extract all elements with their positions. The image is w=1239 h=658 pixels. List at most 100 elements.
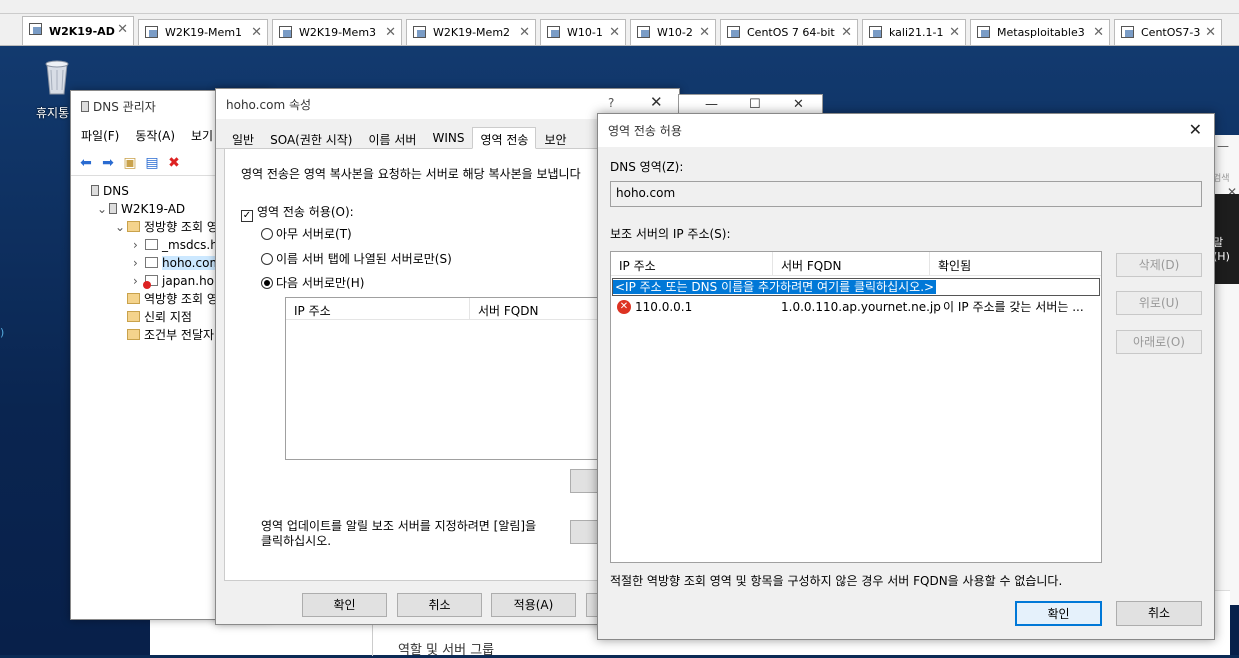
col-ip-header[interactable]: IP 주소	[286, 298, 470, 319]
vm-icon	[637, 26, 650, 38]
close-icon[interactable]: ✕	[1189, 120, 1202, 139]
tab-4[interactable]: 영역 전송	[472, 127, 537, 149]
tab-5[interactable]: 보안	[536, 127, 574, 148]
close-icon[interactable]: ✕	[650, 93, 663, 111]
move-up-button-label: 위로(U)	[1138, 296, 1180, 310]
close-icon[interactable]: ✕	[1205, 25, 1216, 40]
maximize-icon[interactable]: ☐	[749, 97, 761, 112]
menu-item[interactable]: 파일(F)	[81, 127, 119, 144]
row-ip: 110.0.0.1	[635, 300, 693, 314]
vm-tab[interactable]: kali21.1-1 ✕	[862, 19, 966, 45]
menu-item[interactable]: 동작(A)	[135, 127, 175, 144]
vm-tab[interactable]: Metasploitable3 ✕	[970, 19, 1110, 45]
close-icon[interactable]: ✕	[699, 25, 710, 40]
vm-tab[interactable]: CentOS 7 64-bit ✕	[720, 19, 858, 45]
tree-item-label: 정방향 조회 영	[144, 220, 218, 234]
vm-tab[interactable]: W10-1 ✕	[540, 19, 626, 45]
col-fqdn-header[interactable]: 서버 FQDN	[773, 252, 930, 275]
close-icon[interactable]: ✕	[519, 25, 530, 40]
expand-icon[interactable]: ⌄	[115, 218, 127, 236]
ok-button[interactable]: 확인	[302, 593, 387, 617]
dialog-title: 영역 전송 허용	[608, 124, 682, 138]
dns-zone-field: hoho.com	[610, 181, 1202, 207]
close-icon[interactable]: ✕	[793, 97, 804, 112]
minimize-icon[interactable]: —	[1217, 139, 1229, 153]
notify-description: 영역 업데이트를 알릴 보조 서버를 지정하려면 [알림]을 클릭하십시오.	[261, 519, 536, 549]
radio-name-servers[interactable]: 이름 서버 탭에 나열된 서버로만(S)	[261, 250, 452, 267]
radio-ns-label: 이름 서버 탭에 나열된 서버로만(S)	[276, 252, 452, 266]
delete-button-label: 삭제(D)	[1138, 258, 1180, 272]
tree-item-label: 역방향 조회 영	[144, 292, 218, 306]
server-icon	[109, 203, 117, 214]
vm-tab-bar: W2K19-AD ✕ W2K19-Mem1 ✕ W2K19-Mem3 ✕ W2K19-Mem…	[0, 14, 1239, 46]
col-verified-header[interactable]: 확인됨	[930, 252, 1101, 275]
cancel-button[interactable]: 취소	[1116, 601, 1202, 626]
close-icon[interactable]: ✕	[117, 22, 128, 37]
vm-tab[interactable]: W10-2 ✕	[630, 19, 716, 45]
dns-icon	[91, 185, 99, 196]
close-icon[interactable]: ✕	[609, 25, 620, 40]
back-icon[interactable]: ⬅	[77, 154, 95, 172]
radio-listed-servers[interactable]: 다음 서버로만(H)	[261, 274, 364, 291]
vm-tab-label: W2K19-AD	[49, 24, 115, 38]
close-icon[interactable]: ✕	[251, 25, 262, 40]
vm-tab-label: W2K19-Mem3	[299, 26, 377, 39]
menu-item[interactable]: 보기	[191, 127, 213, 144]
vm-tab[interactable]: W2K19-AD ✕	[22, 16, 134, 45]
allow-zone-transfer-checkbox[interactable]: ✓ 영역 전송 허용(O):	[241, 203, 354, 222]
move-up-button[interactable]: 위로(U)	[1116, 291, 1202, 315]
cancel-button[interactable]: 취소	[397, 593, 482, 617]
vm-icon	[869, 26, 882, 38]
vm-tab[interactable]: W2K19-Mem1 ✕	[138, 19, 268, 45]
delete-button[interactable]: 삭제(D)	[1116, 253, 1202, 277]
vm-tab[interactable]: CentOS7-3 ✕	[1114, 19, 1222, 45]
zone-error-icon	[143, 275, 158, 289]
tab-3[interactable]: WINS	[424, 127, 472, 148]
close-icon[interactable]: ✕	[385, 25, 396, 40]
checkbox-checked-icon: ✓	[241, 210, 253, 222]
forward-icon[interactable]: ➡	[99, 154, 117, 172]
radio-icon	[261, 228, 273, 240]
minimize-icon[interactable]: —	[705, 97, 718, 112]
close-icon[interactable]: ✕	[841, 25, 852, 40]
vm-tab-label: W2K19-Mem2	[433, 26, 511, 39]
secondary-server-list[interactable]: IP 주소 서버 FQDN 확인됨 <IP 주소 또는 DNS 이름을 추가하려…	[610, 251, 1102, 563]
close-icon[interactable]: ✕	[949, 25, 960, 40]
expand-icon[interactable]: ›	[133, 254, 145, 272]
notify-text-line2: 클릭하십시오.	[261, 534, 332, 548]
row-fqdn: 1.0.0.110.ap.yournet.ne.jp	[781, 300, 941, 314]
expand-icon[interactable]: ›	[133, 236, 145, 254]
vm-icon	[547, 26, 560, 38]
recycle-bin-label: 휴지통	[36, 106, 70, 120]
vm-tab-label: W2K19-Mem1	[165, 26, 243, 39]
up-folder-icon[interactable]: ▣	[121, 154, 139, 172]
help-icon[interactable]: ?	[608, 96, 614, 110]
vm-icon	[145, 26, 158, 38]
ok-button[interactable]: 확인	[1015, 601, 1102, 626]
move-down-button[interactable]: 아래로(O)	[1116, 330, 1202, 354]
tab-1[interactable]: SOA(권한 시작)	[262, 127, 360, 148]
zone-icon	[145, 257, 158, 268]
radio-any-server[interactable]: 아무 서버로(T)	[261, 225, 352, 242]
delete-icon[interactable]: ✖	[165, 154, 183, 172]
table-row[interactable]: ✕ 110.0.0.1 1.0.0.110.ap.yournet.ne.jp 이…	[615, 298, 1099, 316]
tab-2[interactable]: 이름 서버	[361, 127, 425, 148]
help-menu-label[interactable]: 말(H)	[1213, 234, 1239, 263]
close-icon[interactable]: ✕	[1093, 25, 1104, 40]
col-ip-header[interactable]: IP 주소	[611, 252, 773, 275]
vm-tab[interactable]: W2K19-Mem3 ✕	[272, 19, 402, 45]
folder-icon	[127, 329, 140, 340]
dns-manager-title: DNS 관리자	[93, 99, 156, 114]
add-server-hint: <IP 주소 또는 DNS 이름을 추가하려면 여기를 클릭하십시오.>	[613, 280, 937, 294]
allow-zone-transfer-dialog: 영역 전송 허용 ✕ DNS 영역(Z): hoho.com 보조 서버의 IP…	[597, 113, 1215, 640]
view-icon[interactable]: ▤	[143, 154, 161, 172]
vm-icon	[727, 26, 740, 38]
vmware-toolbar	[0, 0, 1239, 14]
expand-icon[interactable]: ⌄	[97, 200, 109, 218]
vm-tab[interactable]: W2K19-Mem2 ✕	[406, 19, 536, 45]
tab-0[interactable]: 일반	[224, 127, 262, 148]
folder-icon	[127, 221, 140, 232]
apply-button[interactable]: 적용(A)	[491, 593, 576, 617]
vm-tab-label: W10-1	[567, 26, 603, 39]
add-server-row[interactable]: <IP 주소 또는 DNS 이름을 추가하려면 여기를 클릭하십시오.>	[612, 278, 1100, 296]
